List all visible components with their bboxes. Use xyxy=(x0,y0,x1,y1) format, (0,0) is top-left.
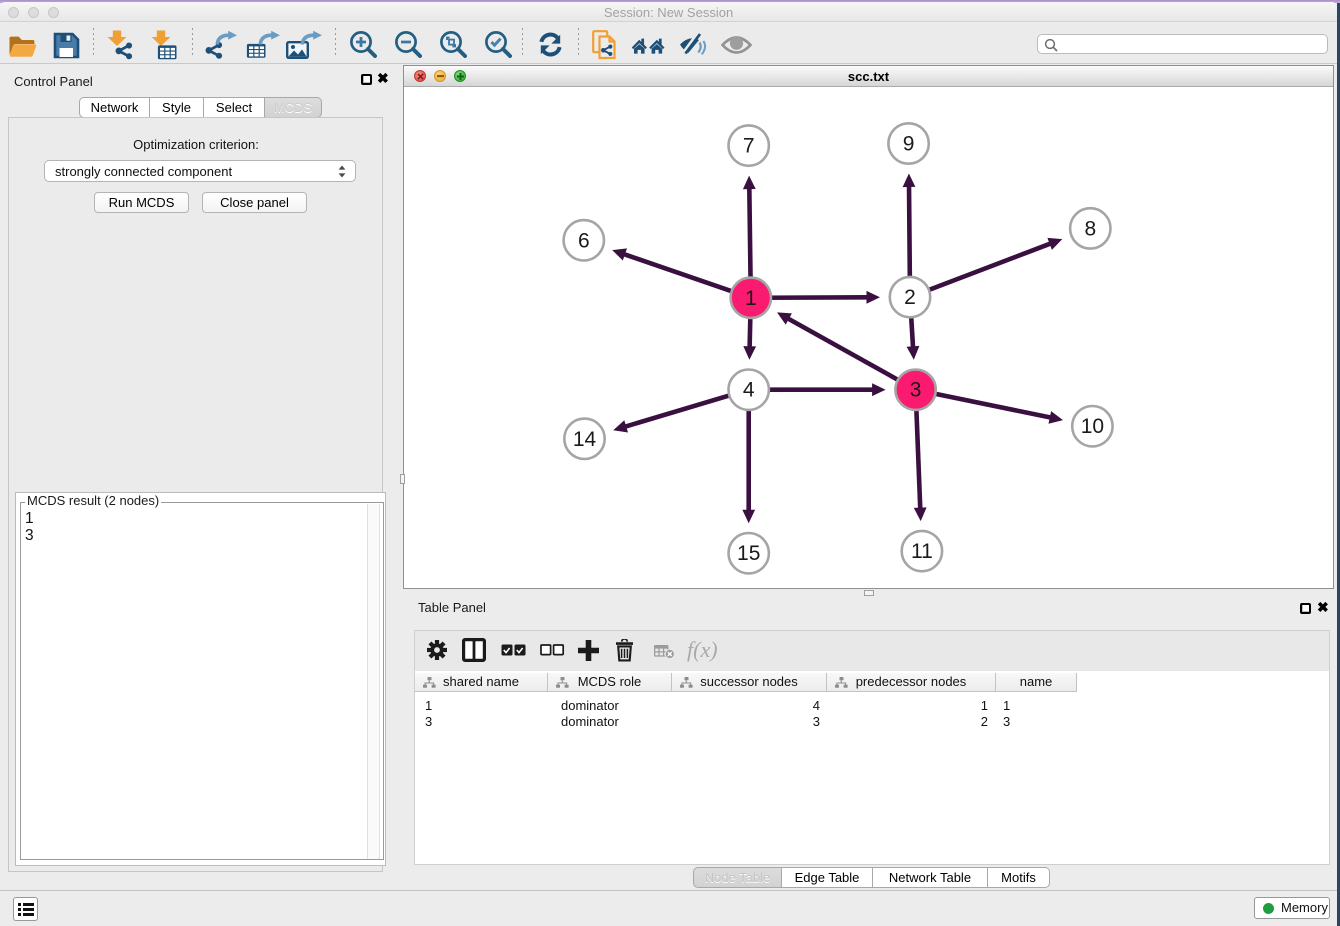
svg-text:6: 6 xyxy=(578,229,590,252)
svg-text:10: 10 xyxy=(1081,415,1104,438)
svg-text:11: 11 xyxy=(911,540,933,563)
svg-text:2: 2 xyxy=(904,286,916,309)
svg-text:8: 8 xyxy=(1084,217,1096,240)
svg-text:3: 3 xyxy=(910,379,922,402)
svg-text:15: 15 xyxy=(737,542,760,565)
svg-text:1: 1 xyxy=(745,287,757,310)
svg-text:7: 7 xyxy=(743,135,755,158)
svg-text:14: 14 xyxy=(573,428,597,451)
svg-text:4: 4 xyxy=(743,379,755,402)
svg-text:9: 9 xyxy=(903,133,915,156)
